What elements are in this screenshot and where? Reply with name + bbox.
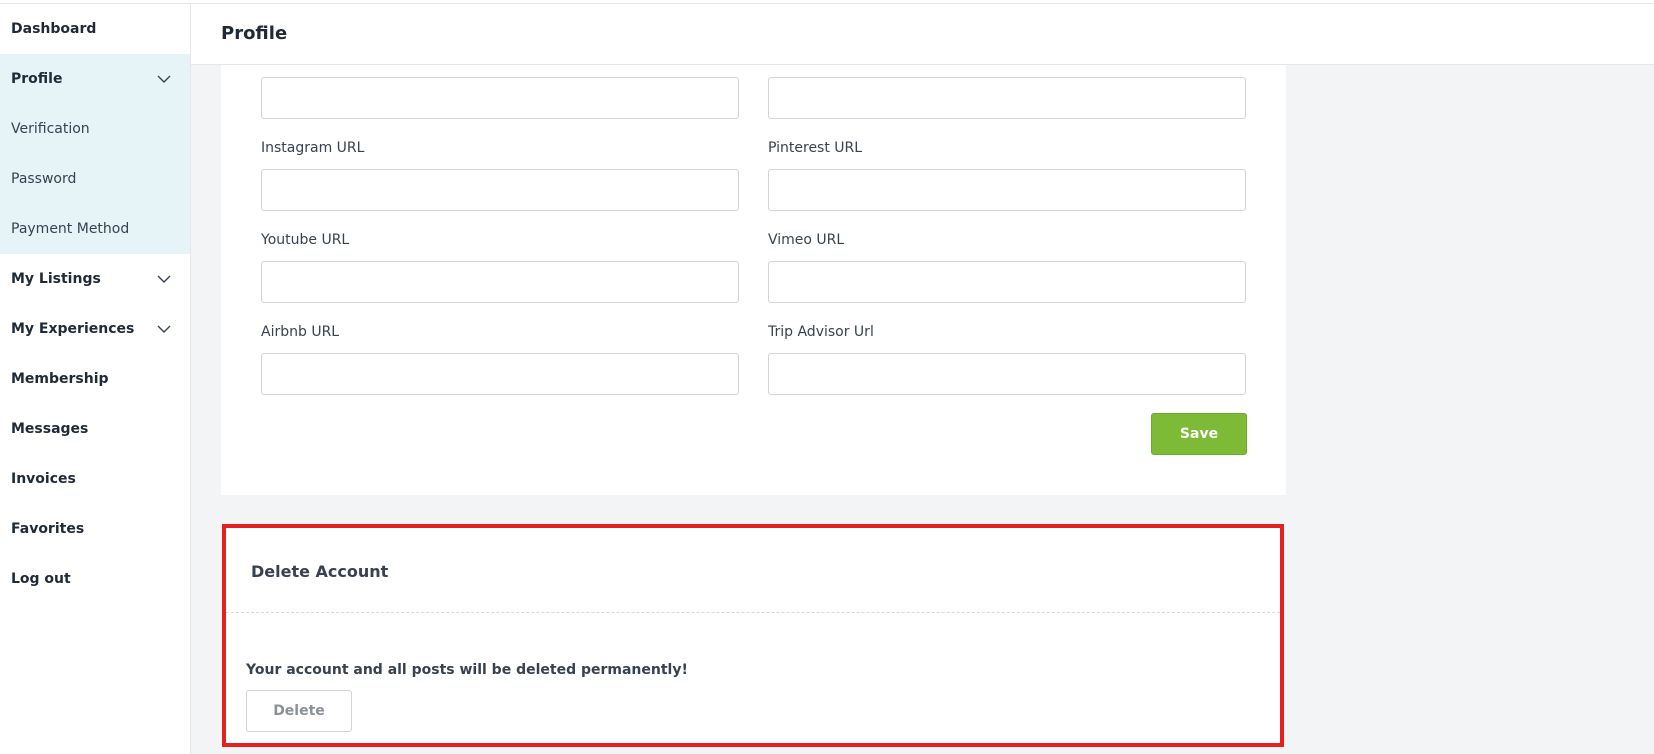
pinterest-url-label: Pinterest URL [768, 140, 863, 156]
sidebar-item-invoices[interactable]: Invoices [0, 454, 190, 504]
sidebar-item-label: Payment Method [11, 221, 130, 237]
save-button[interactable]: Save [1151, 413, 1247, 455]
chevron-down-icon[interactable] [156, 71, 172, 87]
sidebar-item-messages[interactable]: Messages [0, 404, 190, 454]
instagram-url-label: Instagram URL [261, 140, 365, 156]
delete-warning-message: Your account and all posts will be delet… [246, 662, 688, 678]
sidebar-item-password[interactable]: Password [0, 154, 190, 204]
vimeo-url-field[interactable] [768, 261, 1246, 303]
sidebar-item-membership[interactable]: Membership [0, 354, 190, 404]
sidebar-item-label: Invoices [11, 471, 76, 487]
sidebar-item-label: My Listings [11, 271, 101, 287]
social-links-form: Instagram URL Pinterest URL Youtube URL … [221, 65, 1286, 495]
sidebar-item-label: Password [11, 171, 77, 187]
delete-account-button[interactable]: Delete [246, 690, 352, 732]
sidebar-item-label: Profile [11, 71, 63, 87]
sidebar-item-label: Log out [11, 571, 71, 587]
sidebar-item-dashboard[interactable]: Dashboard [0, 4, 190, 54]
youtube-url-field[interactable] [261, 261, 739, 303]
trip-advisor-url-field[interactable] [768, 353, 1246, 395]
trip-advisor-url-label: Trip Advisor Url [768, 324, 874, 340]
sidebar-item-log-out[interactable]: Log out [0, 554, 190, 604]
delete-account-title: Delete Account [251, 562, 389, 581]
sidebar: Dashboard Profile Verification Password … [0, 4, 191, 754]
sidebar-item-label: My Experiences [11, 321, 135, 337]
sidebar-item-label: Membership [11, 371, 109, 387]
page-title: Profile [221, 23, 288, 44]
sidebar-item-my-listings[interactable]: My Listings [0, 254, 190, 304]
url-field-right-top[interactable] [768, 77, 1246, 119]
sidebar-item-payment-method[interactable]: Payment Method [0, 204, 190, 254]
divider [226, 612, 1280, 613]
vimeo-url-label: Vimeo URL [768, 232, 845, 248]
airbnb-url-label: Airbnb URL [261, 324, 340, 340]
url-field-left-top[interactable] [261, 77, 739, 119]
sidebar-item-favorites[interactable]: Favorites [0, 504, 190, 554]
chevron-down-icon[interactable] [156, 321, 172, 337]
sidebar-item-label: Favorites [11, 521, 85, 537]
sidebar-item-my-experiences[interactable]: My Experiences [0, 304, 190, 354]
instagram-url-field[interactable] [261, 169, 739, 211]
sidebar-item-label: Messages [11, 421, 89, 437]
page-header: Profile [191, 4, 1654, 65]
sidebar-item-verification[interactable]: Verification [0, 104, 190, 154]
chevron-down-icon[interactable] [156, 271, 172, 287]
delete-account-section: Delete Account Your account and all post… [222, 524, 1284, 747]
sidebar-item-label: Verification [11, 121, 90, 137]
sidebar-item-label: Dashboard [11, 21, 97, 37]
airbnb-url-field[interactable] [261, 353, 739, 395]
pinterest-url-field[interactable] [768, 169, 1246, 211]
youtube-url-label: Youtube URL [261, 232, 350, 248]
sidebar-item-profile[interactable]: Profile [0, 54, 190, 104]
